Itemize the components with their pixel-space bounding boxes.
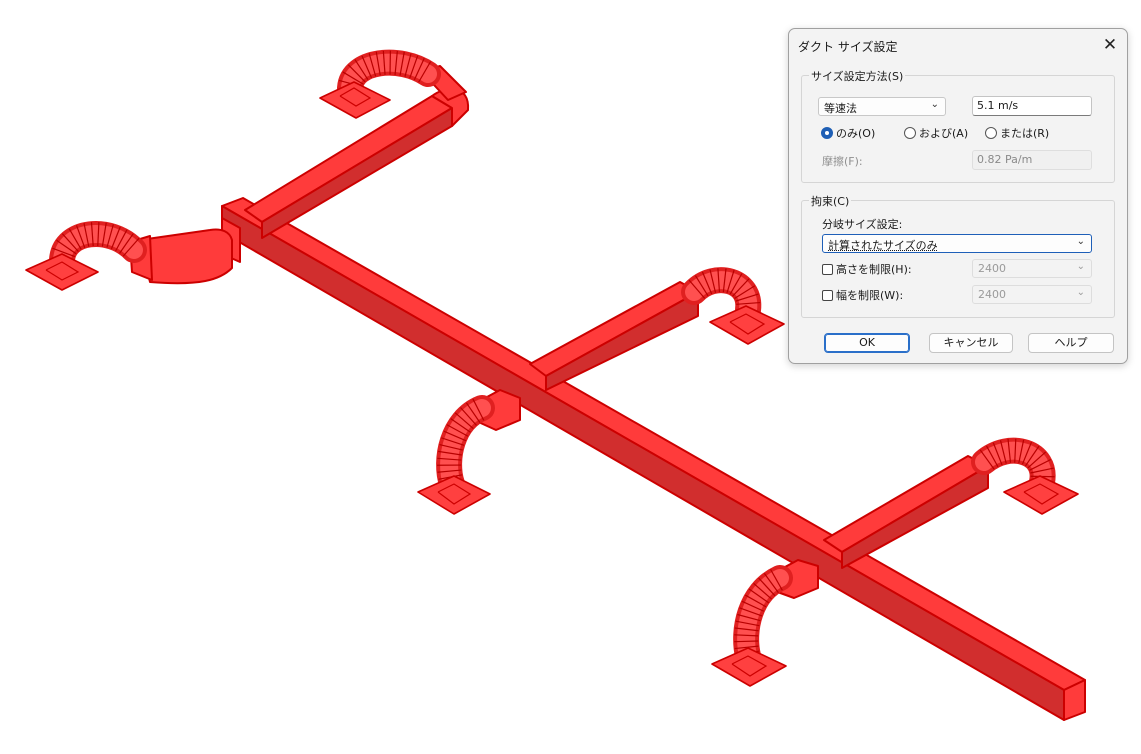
radio-and[interactable]: および(A): [904, 125, 968, 141]
width-limit-select: 2400 ⌄: [972, 285, 1092, 304]
velocity-input[interactable]: 5.1 m/s: [972, 96, 1092, 116]
air-terminal-middle-left[interactable]: [417, 475, 491, 515]
width-limit-box: [822, 289, 833, 301]
flex-duct-lower-left[interactable]: [733, 565, 793, 669]
ok-button[interactable]: OK: [824, 333, 910, 353]
chevron-down-icon: ⌄: [1076, 287, 1085, 298]
friction-input: 0.82 Pa/m: [972, 150, 1092, 170]
air-terminal-lower-right[interactable]: [1003, 475, 1079, 515]
height-limit-box: [822, 263, 833, 275]
duct-sizing-dialog: ダクト サイズ設定 ✕ サイズ設定方法(S) 等速法 ⌄ 5.1 m/s のみ(…: [788, 28, 1128, 364]
sizing-method-selected: 等速法: [824, 102, 857, 115]
help-button[interactable]: ヘルプ: [1028, 333, 1114, 353]
sizing-method-select[interactable]: 等速法 ⌄: [818, 97, 946, 116]
width-limit-value: 2400: [978, 288, 1006, 301]
width-limit-checkbox[interactable]: 幅を制限(W):: [822, 287, 903, 303]
cancel-button[interactable]: キャンセル: [929, 333, 1013, 353]
flex-duct-middle-right[interactable]: [681, 267, 762, 323]
radio-and-indicator: [904, 127, 916, 139]
branch-sizing-selected: 計算されたサイズのみ: [828, 239, 938, 252]
air-terminal-top[interactable]: [319, 81, 391, 119]
air-terminal-left[interactable]: [25, 253, 99, 291]
flex-duct-lower-right[interactable]: [971, 437, 1056, 495]
chevron-down-icon: ⌄: [930, 99, 939, 110]
radio-or-indicator: [985, 127, 997, 139]
radio-and-label: および(A): [919, 127, 969, 140]
radio-only[interactable]: のみ(O): [821, 125, 875, 141]
radio-only-indicator: [821, 127, 833, 139]
radio-only-label: のみ(O): [836, 127, 876, 140]
flex-duct-middle-left[interactable]: [436, 395, 495, 497]
sizing-method-group-label: サイズ設定方法(S): [809, 68, 906, 84]
branch-sizing-label: 分岐サイズ設定:: [822, 218, 903, 231]
air-terminal-middle-right[interactable]: [709, 305, 785, 345]
friction-label: 摩擦(F):: [822, 155, 863, 168]
dialog-titlebar[interactable]: ダクト サイズ設定 ✕: [789, 29, 1127, 61]
air-terminal-lower-left[interactable]: [711, 647, 787, 687]
height-limit-select: 2400 ⌄: [972, 259, 1092, 278]
constraints-group-label: 拘束(C): [809, 193, 852, 209]
flex-duct-left[interactable]: [49, 221, 147, 273]
chevron-down-icon: ⌄: [1076, 261, 1085, 272]
width-limit-label: 幅を制限(W):: [836, 289, 904, 302]
flex-duct-rib: [734, 640, 759, 643]
height-limit-checkbox[interactable]: 高さを制限(H):: [822, 261, 912, 277]
close-icon[interactable]: ✕: [1099, 35, 1121, 55]
radio-or[interactable]: または(R): [985, 125, 1049, 141]
branch-sizing-select[interactable]: 計算されたサイズのみ ⌄: [822, 234, 1092, 253]
radio-or-label: または(R): [1000, 127, 1050, 140]
height-limit-value: 2400: [978, 262, 1006, 275]
dialog-title: ダクト サイズ設定: [798, 40, 898, 54]
height-limit-label: 高さを制限(H):: [836, 263, 912, 276]
chevron-down-icon: ⌄: [1076, 236, 1085, 247]
